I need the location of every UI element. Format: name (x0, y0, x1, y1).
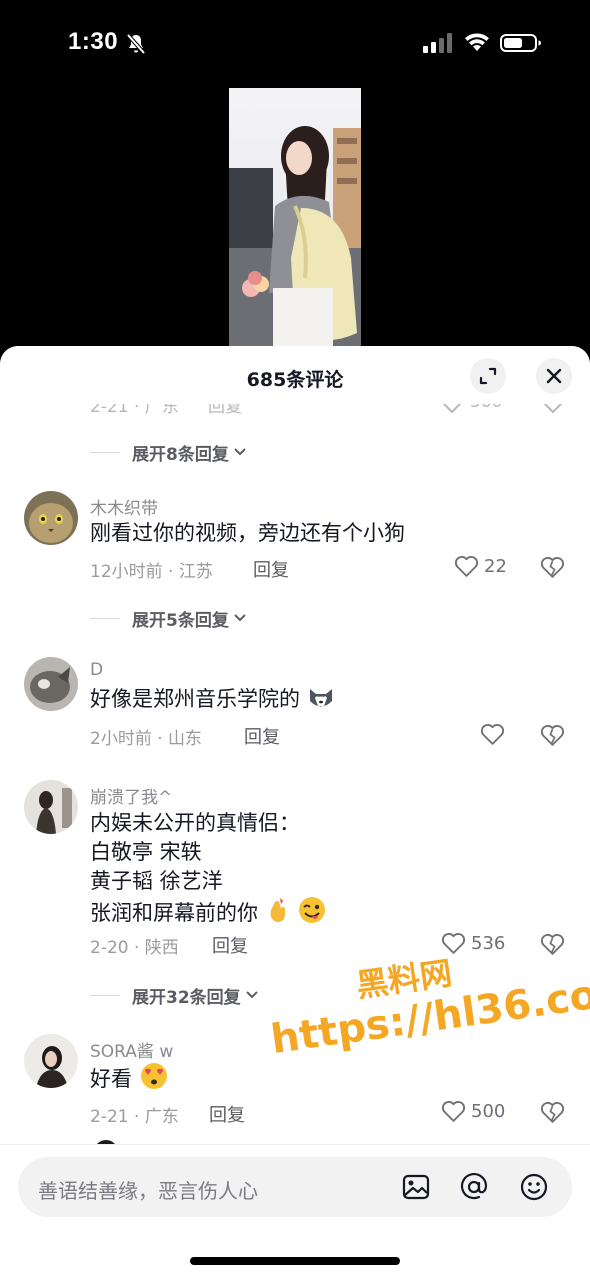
comment-username[interactable]: SORA酱 w (90, 1037, 173, 1062)
comment-line: 刚看过你的视频，旁边还有个小狗 (90, 521, 405, 545)
expand-replies-button[interactable]: 展开8条回复 (90, 439, 247, 465)
chevron-down-icon (245, 991, 258, 999)
chevron-down-icon (234, 614, 246, 622)
like-count: 22 (484, 556, 507, 577)
comment-meta: 12小时前 · 江苏 (90, 562, 213, 582)
comment-meta: 2小时前 · 山东 (90, 729, 203, 749)
winking-face-emoji-icon (299, 897, 326, 923)
heart-icon (454, 555, 479, 577)
reply-button[interactable]: 回复 (212, 932, 248, 958)
like-count: 500 (471, 1101, 506, 1122)
close-button[interactable] (536, 358, 572, 394)
divider-line (90, 451, 120, 453)
battery-icon (500, 34, 541, 52)
heart-icon (480, 723, 505, 745)
divider-line (90, 994, 120, 996)
comment-input[interactable]: 善语结善缘，恶言伤人心 (18, 1157, 572, 1217)
husky-emoji-icon (309, 689, 332, 707)
comment-meta: 2-21 · 广东 (90, 1107, 179, 1127)
signal-icon (423, 33, 452, 53)
comment-line: 白敬亭 宋轶 (90, 840, 202, 864)
heart-icon (441, 1100, 466, 1122)
avatar[interactable] (24, 780, 78, 834)
avatar[interactable] (24, 1034, 78, 1088)
broken-heart-icon[interactable] (540, 555, 565, 580)
comment-line: 内娱未公开的真情侣： (90, 811, 300, 835)
comment-line: 张润和屏幕前的你 (90, 901, 258, 925)
reply-button[interactable]: 回复 (244, 723, 280, 749)
expand-replies-label: 展开5条回复 (132, 610, 229, 631)
comment-text: 刚看过你的视频，旁边还有个小狗 (90, 519, 405, 548)
comment-meta: 2-20 · 陕西 (90, 938, 179, 958)
comment-username[interactable]: 崩溃了我^ (90, 783, 172, 808)
emoji-icon[interactable] (518, 1171, 550, 1203)
like-button[interactable]: 22 (454, 555, 507, 578)
at-icon[interactable] (458, 1171, 490, 1203)
broken-heart-icon[interactable] (540, 1100, 565, 1125)
close-icon (546, 368, 562, 384)
comment-line: 好看 (90, 1067, 132, 1091)
like-button[interactable]: 500 (441, 1100, 505, 1123)
comment-line-with-emoji: 张润和屏幕前的你 (90, 896, 327, 928)
finger-heart-emoji-icon (270, 898, 285, 922)
bell-slash-icon (126, 33, 146, 55)
expand-replies-label: 展开8条回复 (132, 444, 229, 465)
comment-text: 好看 (90, 1062, 169, 1094)
comments-sheet: 685条评论 2-21 · 广东 回复 500 (0, 346, 590, 1280)
avatar[interactable] (24, 657, 78, 711)
comment-text: 好像是郑州音乐学院的 (90, 685, 335, 714)
video-thumbnail[interactable] (229, 88, 361, 350)
home-indicator[interactable] (190, 1257, 400, 1265)
comment-input-placeholder: 善语结善缘，恶言伤人心 (38, 1179, 258, 1203)
heart-eyes-face-emoji-icon (140, 1063, 167, 1089)
avatar[interactable] (24, 491, 78, 545)
wifi-icon (465, 33, 489, 51)
comment-line: 黄子韬 徐艺洋 (90, 869, 223, 893)
chevron-down-icon (234, 448, 246, 456)
like-button[interactable] (480, 723, 510, 746)
comment-username[interactable]: D (90, 660, 103, 680)
reply-button[interactable]: 回复 (253, 556, 289, 582)
comments-header: 685条评论 (0, 346, 590, 404)
reply-button[interactable]: 回复 (209, 1101, 245, 1127)
status-time: 1:30 (68, 28, 119, 55)
expand-icon (479, 367, 497, 385)
comment-username[interactable]: 木木织带 (90, 494, 158, 519)
expand-replies-label: 展开32条回复 (132, 987, 241, 1008)
divider-line (90, 617, 120, 619)
broken-heart-icon[interactable] (540, 723, 565, 748)
comment-input-area: 善语结善缘，恶言伤人心 (0, 1144, 590, 1280)
expand-button[interactable] (470, 358, 506, 394)
comment-line: 好像是郑州音乐学院的 (90, 687, 300, 711)
expand-replies-button[interactable]: 展开32条回复 (90, 982, 259, 1008)
status-bar: 1:30 (0, 0, 590, 88)
expand-replies-button[interactable]: 展开5条回复 (90, 605, 247, 631)
image-icon[interactable] (400, 1171, 432, 1203)
comment-text: 内娱未公开的真情侣： 白敬亭 宋轶 黄子韬 徐艺洋 张润和屏幕前的你 (90, 809, 327, 928)
